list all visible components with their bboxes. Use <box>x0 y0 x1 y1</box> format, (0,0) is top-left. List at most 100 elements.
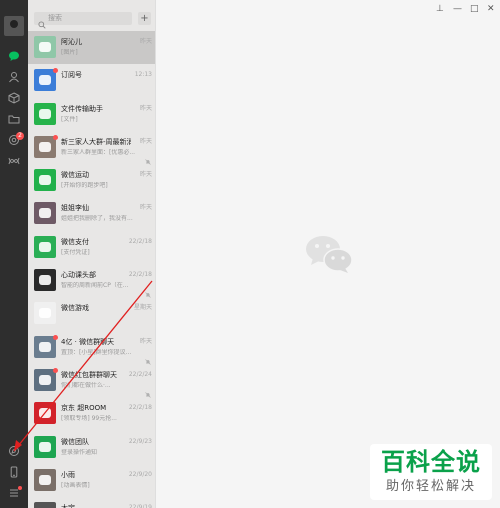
minimize-button[interactable]: — <box>453 4 462 14</box>
chat-avatar <box>34 302 56 325</box>
chat-list-item[interactable]: 微信团队登录操作通知 22/9/23 <box>28 431 156 464</box>
user-avatar[interactable] <box>4 16 24 36</box>
avatar-glyph-icon <box>39 308 51 319</box>
folder-icon[interactable] <box>8 113 20 125</box>
chat-list-item[interactable]: 微信支付 [支付凭证] 22/2/18 <box>28 231 156 264</box>
chat-name: 微信支付 <box>61 237 89 246</box>
chat-time: 22/9/20 <box>128 470 152 478</box>
mute-bell-icon <box>145 350 151 365</box>
unread-dot <box>53 134 58 140</box>
chat-name: 京东 超ROOM <box>61 404 107 413</box>
chat-name: 大宝 <box>61 504 131 508</box>
chat-list-item[interactable]: 京东 超ROOM [领取专场] 99元抢... 22/2/18 <box>28 397 156 430</box>
chat-preview: [动画表情] <box>61 481 90 489</box>
chat-list-panel: 搜索 + 阿沁儿 [图片] 昨天 订阅号 12:13 文件传输助手 [文件] 昨天 新三家人大群… <box>28 0 156 508</box>
chat-preview: [领取专场] 99元抢... <box>61 415 117 423</box>
chat-list-item[interactable]: 微信运动 [开始你的跑步吧] 昨天 <box>28 164 156 197</box>
avatar-glyph-icon <box>39 108 51 119</box>
avatar-glyph-icon <box>39 474 51 485</box>
chat-list-item[interactable]: 大宝22/9/19 <box>28 497 156 508</box>
chat-name: 微信团队 <box>61 437 89 446</box>
chat-avatar <box>34 102 56 125</box>
search-placeholder: 搜索 <box>48 14 62 22</box>
avatar-glyph-icon <box>39 441 51 452</box>
mini-program-icon[interactable] <box>8 155 20 167</box>
avatar-glyph-icon <box>39 175 51 186</box>
chat-preview: [开始你的跑步吧] <box>61 182 108 190</box>
chat-avatar <box>34 502 56 508</box>
avatar-glyph-icon <box>39 275 51 286</box>
chat-list: 阿沁儿 [图片] 昨天 订阅号 12:13 文件传输助手 [文件] 昨天 新三家人大群-周最新消… <box>28 31 156 508</box>
search-input[interactable]: 搜索 <box>34 12 132 29</box>
chat-icon[interactable] <box>8 50 20 62</box>
chat-list-item[interactable]: 4亿 · 微信群聊天置顶：[小星]群里你提议... 昨天 <box>28 331 156 365</box>
search-compass-icon[interactable] <box>8 445 20 457</box>
watermark-badge: 百科全说 助你轻松解决 <box>370 444 492 500</box>
chat-time: 22/2/24 <box>128 370 152 378</box>
nav-bar: 2 <box>0 0 28 508</box>
avatar-glyph-icon <box>39 141 51 152</box>
chat-name: 4亿 · 微信群聊天 <box>61 337 115 346</box>
chat-preview: 新三家人群里面：[优惠必... <box>61 148 136 156</box>
chat-avatar <box>34 169 56 192</box>
avatar-glyph-icon <box>39 75 51 86</box>
maximize-button[interactable]: □ <box>470 4 479 14</box>
chat-time: 22/2/18 <box>128 271 152 279</box>
chat-time: 昨天 <box>139 337 152 345</box>
chat-list-item[interactable]: 文件传输助手 [文件] 昨天 <box>28 98 156 131</box>
pin-button[interactable]: ⊥ <box>436 4 444 14</box>
watermark-subtitle: 助你轻松解决 <box>385 479 476 494</box>
contacts-icon[interactable] <box>8 71 20 83</box>
chat-avatar <box>34 402 56 425</box>
chat-time: 昨天 <box>139 171 152 179</box>
collections-icon[interactable] <box>8 92 20 104</box>
chat-list-item[interactable]: 阿沁儿 [图片] 昨天 <box>28 31 156 65</box>
chat-list-item[interactable]: 微信红包群群聊天 你们都在做什么·... 22/2/24 <box>28 364 156 398</box>
chat-time: 12:13 <box>134 71 152 79</box>
chat-avatar <box>34 368 56 391</box>
chat-list-item[interactable]: 小雨 [动画表情] 22/9/20 <box>28 464 156 497</box>
chat-name: 心动课头部 <box>61 271 96 280</box>
chat-list-item[interactable]: 新三家人大群-周最新消息新三家人群里面：[优惠必...昨天 <box>28 131 156 165</box>
chat-avatar <box>34 269 56 292</box>
avatar-glyph-icon <box>39 341 51 352</box>
chat-time: 昨天 <box>139 204 152 212</box>
chat-time: 昨天 <box>139 104 152 112</box>
chat-name: 文件传输助手 <box>61 104 103 113</box>
chat-preview: 置顶：[小星]群里你提议... <box>61 348 132 356</box>
avatar-glyph-icon <box>39 408 51 419</box>
moments-badge: 2 <box>16 132 24 140</box>
close-button[interactable]: ✕ <box>487 4 495 14</box>
chat-list-item[interactable]: 姐姐李仙姐姐把我删除了，我没有... 昨天 <box>28 197 156 230</box>
chat-preview: 姐姐把我删除了，我没有... <box>61 215 133 223</box>
menu-red-dot <box>18 486 22 490</box>
phone-icon[interactable] <box>8 466 20 478</box>
chat-name: 阿沁儿 <box>61 38 82 46</box>
chat-list-item[interactable]: 心动课头部 智能的周新闻前CP（在... 22/2/18 <box>28 264 156 298</box>
add-chat-button[interactable]: + <box>138 12 151 25</box>
chat-avatar <box>34 36 56 58</box>
unread-dot <box>53 367 58 373</box>
chat-list-item[interactable]: 微信游戏 星期天 <box>28 297 156 330</box>
chat-name: 小雨 <box>61 470 75 479</box>
chat-time: 星期天 <box>133 304 152 312</box>
chat-preview: 登录操作通知 <box>61 448 98 456</box>
chat-avatar <box>34 468 56 491</box>
mute-bell-icon <box>145 283 151 298</box>
chat-name: 微信红包群群聊天 <box>61 370 117 379</box>
chat-time: 22/9/23 <box>128 437 152 445</box>
chat-name: 微信运动 <box>61 171 89 180</box>
search-icon <box>38 14 46 29</box>
wechat-logo-icon <box>304 234 354 274</box>
chat-time: 22/2/18 <box>128 237 152 245</box>
unread-dot <box>53 68 58 74</box>
chat-name: 姐姐李仙 <box>61 204 89 213</box>
chat-avatar <box>34 69 56 92</box>
unread-dot <box>53 334 58 340</box>
chat-avatar <box>34 202 56 225</box>
chat-list-item[interactable]: 订阅号 12:13 <box>28 64 156 97</box>
avatar-glyph-icon <box>39 241 51 252</box>
mute-bell-icon <box>145 150 151 165</box>
chat-preview: [图片] <box>61 49 78 56</box>
chat-time: 昨天 <box>139 137 152 145</box>
